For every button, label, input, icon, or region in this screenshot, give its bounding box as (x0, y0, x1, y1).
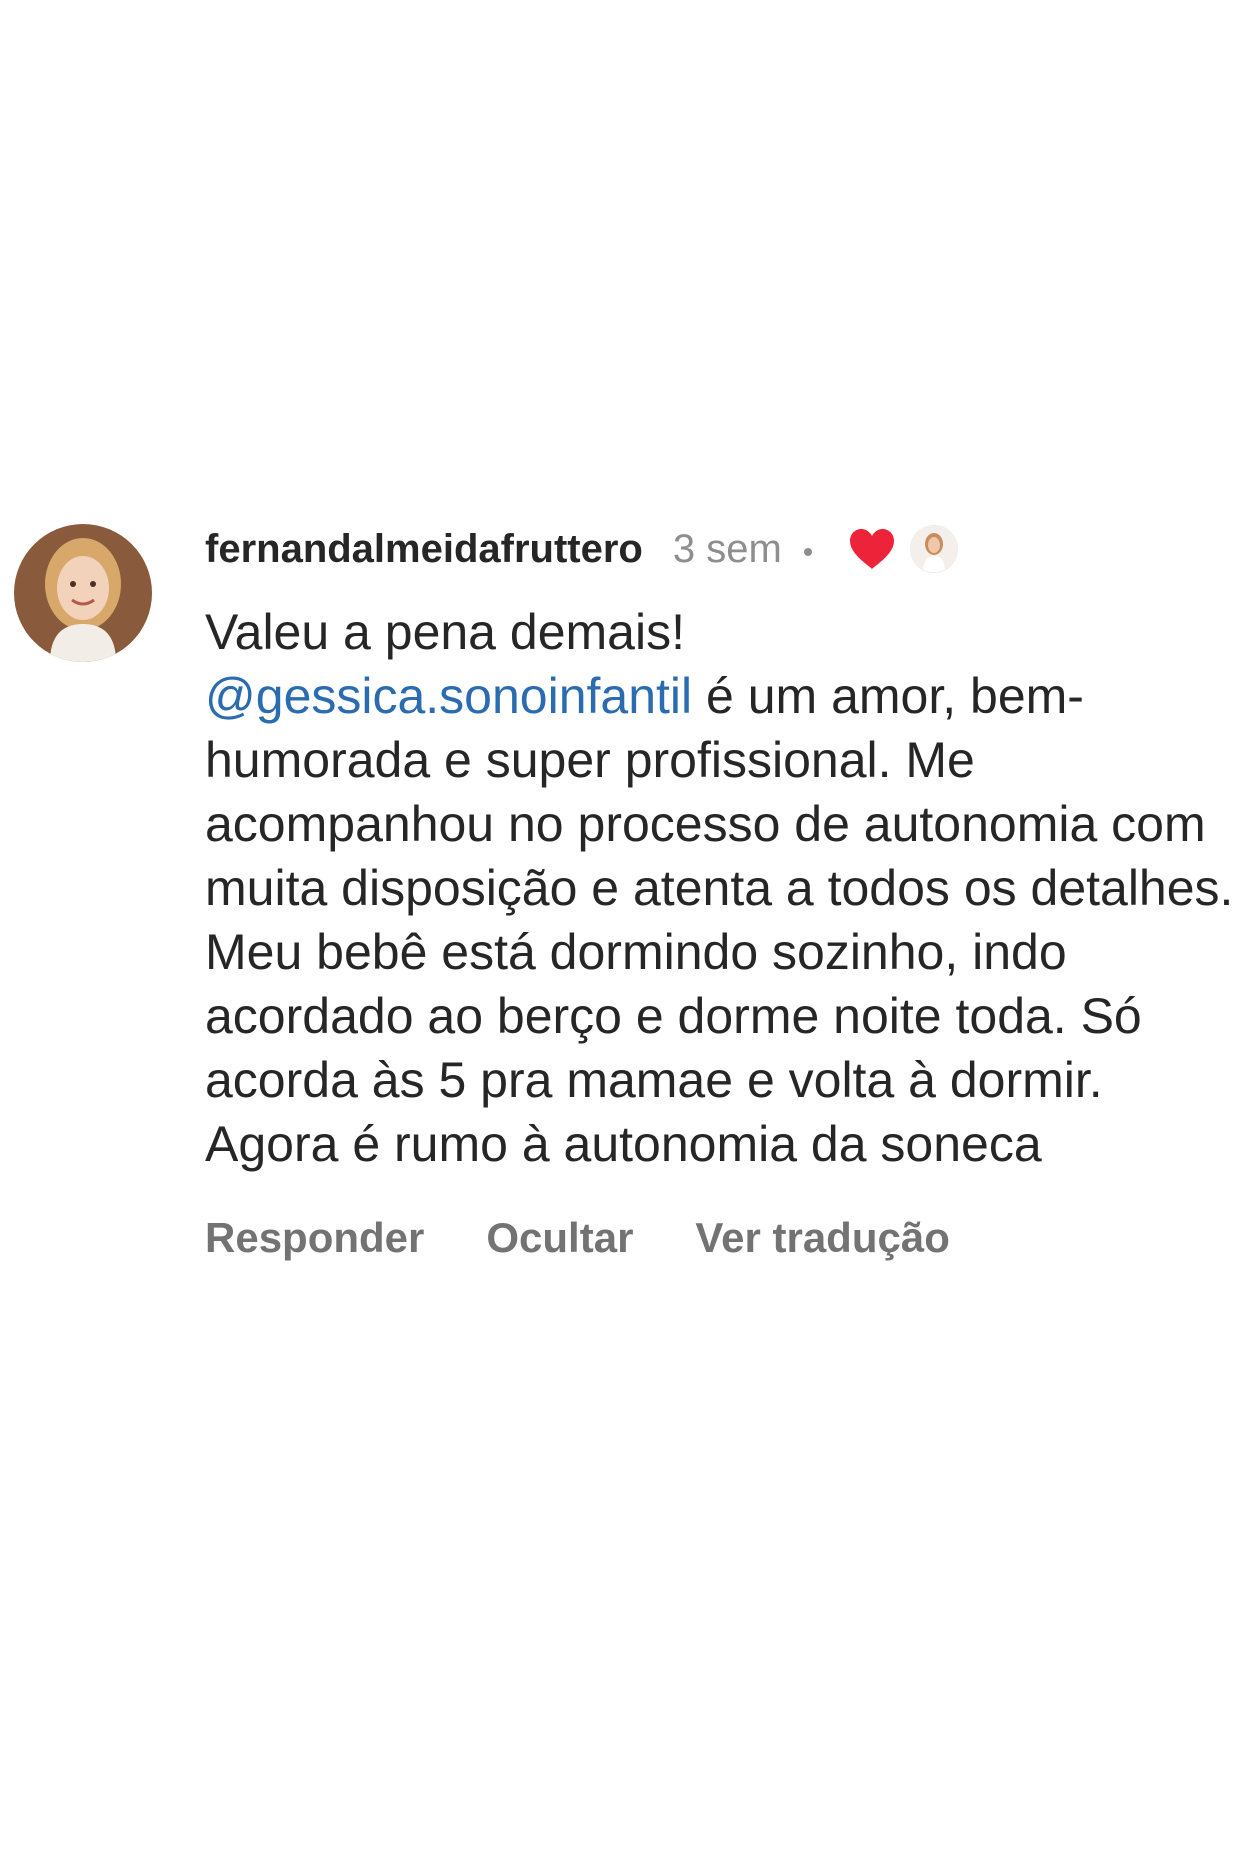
comment-text: Valeu a pena demais! @gessica.sonoinfant… (205, 600, 1245, 1176)
comment-text-body: é um amor, bem-humorada e super profissi… (205, 668, 1234, 1172)
comment-timestamp: 3 sem (672, 526, 782, 571)
separator-dot (803, 548, 812, 556)
username-link[interactable]: fernandalmeidafruttero (205, 527, 643, 572)
reply-button[interactable]: Responder (205, 1214, 424, 1262)
mention-link[interactable]: @gessica.sonoinfantil (205, 668, 692, 724)
commenter-avatar[interactable] (14, 524, 152, 662)
comment-header: fernandalmeidafruttero 3 sem (205, 524, 1245, 574)
heart-icon (848, 527, 896, 571)
see-translation-button[interactable]: Ver tradução (695, 1214, 949, 1262)
hide-button[interactable]: Ocultar (486, 1214, 633, 1262)
comment-text-intro: Valeu a pena demais! (205, 604, 685, 660)
comment-actions: Responder Ocultar Ver tradução (205, 1214, 1245, 1262)
comment-body: fernandalmeidafruttero 3 sem Valeu a pen… (205, 524, 1245, 1262)
author-liked-avatar (909, 525, 958, 573)
